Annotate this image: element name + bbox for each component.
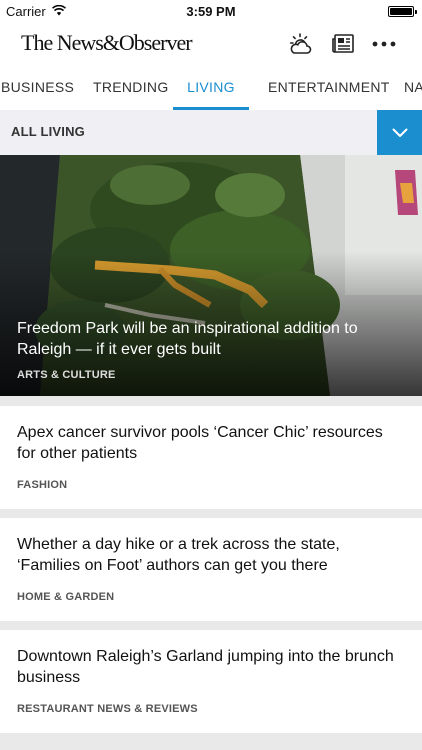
status-bar: Carrier 3:59 PM	[0, 0, 422, 22]
article-headline[interactable]: Apex cancer survivor pools ‘Cancer Chic’…	[17, 422, 402, 464]
tab-business[interactable]: BUSINESS	[1, 66, 74, 110]
article-headline[interactable]: Whether a day hike or a trek across the …	[17, 534, 402, 576]
article-category[interactable]: HOME & GARDEN	[17, 591, 114, 603]
article-card[interactable]: Downtown Raleigh’s Garland jumping into …	[0, 630, 422, 733]
hero-headline[interactable]: Freedom Park will be an inspirational ad…	[17, 318, 397, 360]
section-dropdown-button[interactable]	[377, 110, 422, 155]
more-icon[interactable]	[370, 30, 398, 58]
clock: 3:59 PM	[186, 4, 236, 19]
weather-icon[interactable]	[286, 30, 314, 58]
article-card[interactable]: Apex cancer survivor pools ‘Cancer Chic’…	[0, 406, 422, 509]
section-filter-bar: ALL LIVING	[0, 110, 422, 155]
hero-category[interactable]: ARTS & CULTURE	[17, 369, 116, 381]
tab-trending[interactable]: TRENDING	[93, 66, 169, 110]
article-card[interactable]: Whether a day hike or a trek across the …	[0, 518, 422, 621]
tab-nation[interactable]: NATION	[404, 66, 422, 110]
tab-living[interactable]: LIVING	[173, 66, 249, 110]
article-category[interactable]: RESTAURANT NEWS & REVIEWS	[17, 703, 198, 715]
section-title: ALL LIVING	[11, 124, 85, 139]
newspaper-icon[interactable]	[329, 30, 357, 58]
article-category[interactable]: FASHION	[17, 479, 67, 491]
article-headline[interactable]: Downtown Raleigh’s Garland jumping into …	[17, 646, 402, 688]
section-tabs: BUSINESS TRENDING LIVING ENTERTAINMENT N…	[0, 66, 422, 110]
chevron-down-icon	[392, 128, 407, 137]
app-header: The News&Observer	[0, 22, 422, 66]
battery-icon	[388, 6, 417, 17]
hero-story[interactable]: Freedom Park will be an inspirational ad…	[0, 155, 422, 396]
tab-entertainment[interactable]: ENTERTAINMENT	[268, 66, 390, 110]
site-logo[interactable]: The News&Observer	[21, 30, 193, 56]
